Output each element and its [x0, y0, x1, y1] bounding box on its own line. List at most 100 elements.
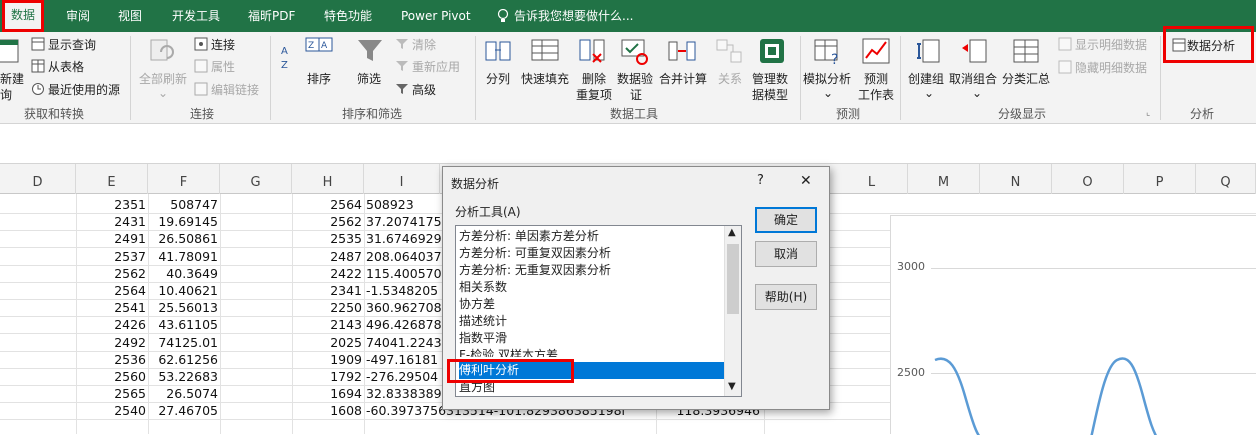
advanced-button[interactable]: 高级 [412, 81, 436, 98]
column-header-e[interactable]: E [76, 164, 148, 194]
tab-data[interactable]: 数据 [2, 0, 45, 32]
flash-fill-button[interactable]: 快速填充 [521, 70, 569, 87]
sort-button[interactable]: 排序 [307, 70, 331, 87]
properties-button[interactable]: 属性 [211, 58, 235, 75]
list-item[interactable]: 方差分析: 可重复双因素分析 [459, 245, 724, 262]
column-header-o[interactable]: O [1052, 164, 1124, 194]
column-header-l[interactable]: L [836, 164, 908, 194]
cell-h[interactable]: 2341 [292, 282, 362, 299]
subtotal-button[interactable]: 分类汇总 [1002, 70, 1050, 87]
cell-h[interactable]: 1792 [292, 368, 362, 385]
cell-h[interactable]: 2143 [292, 316, 362, 333]
cell-f[interactable]: 62.61256 [148, 351, 218, 368]
chart-area[interactable]: 3000 2500 [890, 215, 1256, 435]
cell-h[interactable]: 1608 [292, 402, 362, 419]
forecast-sheet-button-line2[interactable]: 工作表 [858, 86, 894, 103]
tab-foxit-pdf[interactable]: 福昕PDF [248, 0, 295, 32]
column-header-p[interactable]: P [1124, 164, 1196, 194]
column-header-g[interactable]: G [220, 164, 292, 194]
cell-f[interactable]: 508747 [148, 196, 218, 213]
cell-h[interactable]: 2422 [292, 265, 362, 282]
manage-data-model-button-line1[interactable]: 管理数 [752, 70, 788, 87]
scroll-down-icon[interactable]: ▼ [728, 381, 736, 392]
column-header-i[interactable]: I [364, 164, 440, 194]
column-header-n[interactable]: N [980, 164, 1052, 194]
list-item[interactable]: 方差分析: 无重复双因素分析 [459, 262, 724, 279]
cell-h[interactable]: 2250 [292, 299, 362, 316]
cell-f[interactable]: 43.61105 [148, 316, 218, 333]
forecast-sheet-button-line1[interactable]: 预测 [864, 70, 888, 87]
cell-e[interactable]: 2351 [76, 196, 146, 213]
cell-f[interactable]: 25.56013 [148, 299, 218, 316]
tell-me-search[interactable]: 告诉我您想要做什么... [514, 0, 633, 32]
refresh-all-button[interactable]: 全部刷新 [139, 70, 187, 87]
recent-sources-button[interactable]: 最近使用的源 [48, 81, 120, 98]
cell-f[interactable]: 40.3649 [148, 265, 218, 282]
text-to-columns-button[interactable]: 分列 [486, 70, 510, 87]
cell-f[interactable]: 27.46705 [148, 402, 218, 419]
cell-f[interactable]: 53.22683 [148, 368, 218, 385]
cell-h[interactable]: 2564 [292, 196, 362, 213]
column-header-m[interactable]: M [908, 164, 980, 194]
listbox-scrollbar[interactable]: ▲ ▼ [724, 226, 741, 396]
cell-e[interactable]: 2426 [76, 316, 146, 333]
clear-button[interactable]: 清除 [412, 36, 436, 53]
cell-h[interactable]: 2535 [292, 230, 362, 247]
cell-e[interactable]: 2491 [76, 230, 146, 247]
close-icon[interactable]: ✕ [800, 173, 812, 189]
column-header-q[interactable]: Q [1196, 164, 1256, 194]
cell-e[interactable]: 2536 [76, 351, 146, 368]
tab-review[interactable]: 审阅 [66, 0, 90, 32]
cell-e[interactable]: 2541 [76, 299, 146, 316]
relationships-button[interactable]: 关系 [718, 70, 742, 87]
filter-button[interactable]: 筛选 [357, 70, 381, 87]
list-item[interactable]: 描述统计 [459, 313, 724, 330]
cell-e[interactable]: 2537 [76, 248, 146, 265]
cell-h[interactable]: 2562 [292, 213, 362, 230]
cell-h[interactable]: 1909 [292, 351, 362, 368]
column-header-h[interactable]: H [292, 164, 364, 194]
new-query-button-line1[interactable]: 新建 [0, 70, 24, 87]
group-button[interactable]: 创建组 [908, 70, 944, 87]
column-header-f[interactable]: F [148, 164, 220, 194]
list-item[interactable]: 协方差 [459, 296, 724, 313]
ungroup-button[interactable]: 取消组合 [949, 70, 997, 87]
reapply-button[interactable]: 重新应用 [412, 58, 460, 75]
cell-e[interactable]: 2562 [76, 265, 146, 282]
remove-duplicates-button-line1[interactable]: 删除 [582, 70, 606, 87]
cell-f[interactable]: 19.69145 [148, 213, 218, 230]
help-button[interactable]: 帮助(H) [755, 284, 817, 310]
cell-f[interactable]: 26.50861 [148, 230, 218, 247]
cancel-button[interactable]: 取消 [755, 241, 817, 267]
help-icon[interactable]: ? [757, 173, 764, 188]
dialog-launcher-icon[interactable]: ⌞ [1146, 108, 1150, 118]
edit-links-button[interactable]: 编辑链接 [211, 81, 259, 98]
remove-duplicates-button-line2[interactable]: 重复项 [576, 86, 612, 103]
list-item[interactable]: F-检验 双样本方差 [459, 347, 724, 357]
cell-e[interactable]: 2431 [76, 213, 146, 230]
list-item[interactable]: 指数平滑 [459, 330, 724, 347]
cell-f[interactable]: 41.78091 [148, 248, 218, 265]
cell-e[interactable]: 2565 [76, 385, 146, 402]
tab-view[interactable]: 视图 [118, 0, 142, 32]
what-if-analysis-button[interactable]: 模拟分析 [803, 70, 851, 87]
tab-developer[interactable]: 开发工具 [172, 0, 220, 32]
cell-e[interactable]: 2492 [76, 334, 146, 351]
ok-button[interactable]: 确定 [755, 207, 817, 233]
hide-detail-button[interactable]: 隐藏明细数据 [1075, 59, 1147, 76]
show-query-button[interactable]: 显示查询 [48, 36, 96, 53]
show-detail-button[interactable]: 显示明细数据 [1075, 36, 1147, 53]
data-validation-button-line2[interactable]: 证 [630, 86, 642, 103]
cell-f[interactable]: 74125.01 [148, 334, 218, 351]
cell-e[interactable]: 2560 [76, 368, 146, 385]
tab-power-pivot[interactable]: Power Pivot [401, 0, 471, 32]
cell-f[interactable]: 26.5074 [148, 385, 218, 402]
cell-e[interactable]: 2564 [76, 282, 146, 299]
from-table-button[interactable]: 从表格 [48, 58, 84, 75]
new-query-button-line2[interactable]: 询 [0, 86, 12, 103]
cell-f[interactable]: 10.40621 [148, 282, 218, 299]
manage-data-model-button-line2[interactable]: 据模型 [752, 86, 788, 103]
list-item[interactable]: 相关系数 [459, 279, 724, 296]
cell-h[interactable]: 1694 [292, 385, 362, 402]
cell-h[interactable]: 2025 [292, 334, 362, 351]
